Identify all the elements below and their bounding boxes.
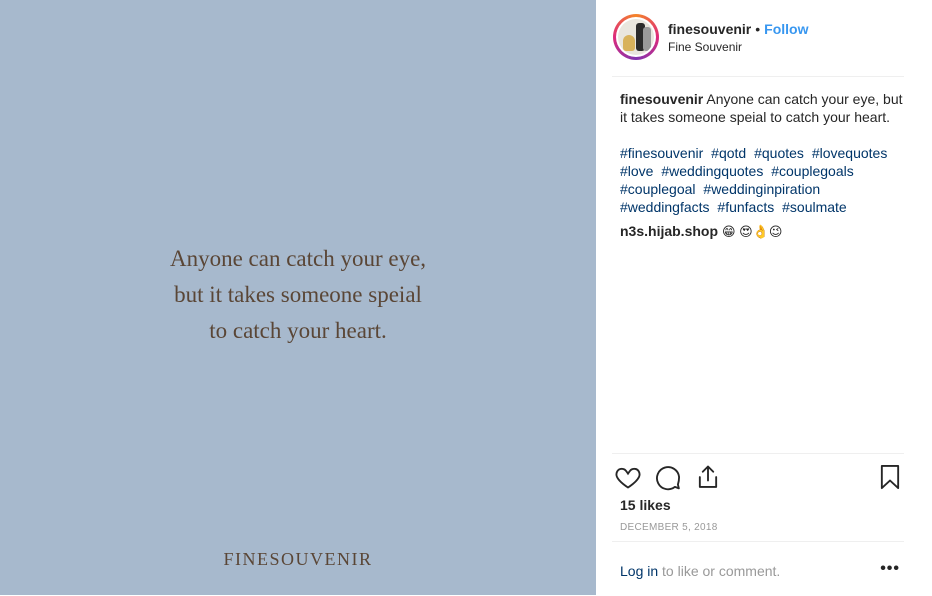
instagram-post: Anyone can catch your eye, but it takes … [0, 0, 932, 595]
post-header: finesouvenir • Follow Fine Souvenir [612, 14, 904, 77]
quote-line-3: to catch your heart. [209, 318, 387, 343]
hashtag-link[interactable]: #lovequotes [812, 145, 888, 161]
header-user-line: finesouvenir • Follow [668, 21, 808, 37]
comment-item: n3s.hijab.shop 😁 😍👌😉 [620, 222, 912, 241]
bookmark-icon [880, 464, 900, 490]
hashtag-link[interactable]: #couplegoal [620, 181, 696, 197]
save-button[interactable] [876, 463, 906, 493]
quote-line-2: but it takes someone speial [174, 282, 422, 307]
post-image[interactable]: Anyone can catch your eye, but it takes … [0, 0, 596, 595]
share-icon [698, 465, 718, 488]
separator-dot: • [755, 21, 761, 37]
hashtag-link[interactable]: #funfacts [717, 199, 774, 215]
more-options-button[interactable]: ••• [880, 560, 900, 578]
caption: finesouvenir Anyone can catch your eye, … [620, 90, 912, 241]
hashtag-link[interactable]: #finesouvenir [620, 145, 703, 161]
follow-button[interactable]: Follow [764, 21, 808, 37]
avatar-shape [623, 35, 635, 51]
hashtag-link[interactable]: #weddinginpiration [703, 181, 820, 197]
likes-count[interactable]: 15 likes [620, 497, 671, 513]
brand-watermark: FINESOUVENIR [223, 549, 373, 569]
hashtag-link[interactable]: #weddingfacts [620, 199, 710, 215]
hashtag-link[interactable]: #weddingquotes [661, 163, 763, 179]
login-prompt-text: to like or comment. [658, 563, 781, 579]
share-button[interactable] [694, 463, 724, 493]
heart-icon [615, 467, 641, 489]
comment-emojis: 😁 😍👌😉 [722, 224, 783, 239]
hashtag-link[interactable]: #couplegoals [771, 163, 854, 179]
login-prompt: Log in to like or comment. [620, 563, 780, 579]
caption-username[interactable]: finesouvenir [620, 91, 703, 107]
comment-login-bar: Log in to like or comment. ••• [612, 541, 904, 596]
comment-username[interactable]: n3s.hijab.shop [620, 223, 718, 239]
comment-button[interactable] [654, 463, 684, 493]
avatar-photo [618, 19, 654, 55]
post-details-panel: finesouvenir • Follow Fine Souvenir fineso… [596, 0, 932, 595]
avatar-image [616, 17, 656, 57]
quote-text: Anyone can catch your eye, but it takes … [0, 241, 596, 349]
caption-body: finesouvenir Anyone can catch your eye, … [620, 90, 912, 126]
header-full-name: Fine Souvenir [668, 40, 743, 54]
quote-line-1: Anyone can catch your eye, [169, 246, 427, 271]
login-link[interactable]: Log in [620, 563, 658, 579]
comment-icon [656, 466, 681, 491]
action-bar [612, 453, 904, 502]
header-username[interactable]: finesouvenir [668, 21, 751, 37]
hashtag-list: #finesouvenir #qotd #quotes #lovequotes … [620, 144, 912, 216]
like-button[interactable] [614, 463, 644, 493]
hashtag-link[interactable]: #qotd [711, 145, 746, 161]
hashtag-link[interactable]: #quotes [754, 145, 804, 161]
avatar-shape [643, 27, 651, 51]
hashtag-link[interactable]: #love [620, 163, 653, 179]
post-date[interactable]: DECEMBER 5, 2018 [620, 522, 718, 533]
avatar[interactable] [613, 14, 659, 60]
hashtag-link[interactable]: #soulmate [782, 199, 847, 215]
